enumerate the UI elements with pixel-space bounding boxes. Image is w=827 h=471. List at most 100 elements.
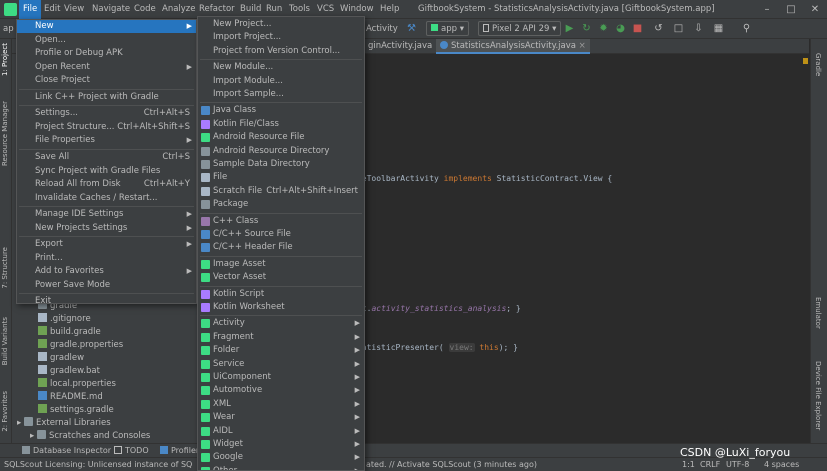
tree-item[interactable]: gradlew.bat — [38, 365, 100, 378]
tab-statistics-analysis-activity[interactable]: StatisticsAnalysisActivity.java × — [436, 39, 590, 54]
menu-item-folder[interactable]: Folder ▶ — [198, 344, 364, 357]
menu-item-android-resource-directory[interactable]: Android Resource Directory — [198, 145, 364, 158]
menu-item-save-all[interactable]: Save All Ctrl+S — [17, 151, 196, 164]
menu-item-add-to-favorites[interactable]: Add to Favorites ▶ — [17, 265, 196, 278]
menu-item-c-cplusplus-header-file[interactable]: C/C++ Header File — [198, 241, 364, 254]
menu-item-vector-asset[interactable]: Vector Asset — [198, 271, 364, 284]
menu-item-open-recent[interactable]: Open Recent ▶ — [17, 61, 196, 74]
menu-item-invalidate-caches-restart[interactable]: Invalidate Caches / Restart... — [17, 192, 196, 205]
tool-tab-build-variants[interactable]: Build Variants — [1, 317, 9, 365]
profile-icon[interactable]: ◕ — [614, 22, 627, 35]
menu-item-package[interactable]: Package — [198, 198, 364, 211]
expand-arrow-icon[interactable]: ▸ — [17, 418, 24, 428]
menu-item-file[interactable]: File — [198, 171, 364, 184]
menu-item-scratch-file[interactable]: Scratch File Ctrl+Alt+Shift+Insert — [198, 185, 364, 198]
breadcrumb-project[interactable]: ap — [3, 19, 14, 39]
menu-item-sample-data-directory[interactable]: Sample Data Directory — [198, 158, 364, 171]
menu-item-android-resource-file[interactable]: Android Resource File — [198, 131, 364, 144]
layout-inspector-icon[interactable]: ▦ — [712, 22, 725, 35]
menu-item-import-sample[interactable]: Import Sample... — [198, 88, 364, 101]
menu-item-service[interactable]: Service ▶ — [198, 358, 364, 371]
tree-item[interactable]: .gitignore — [38, 313, 91, 326]
menu-item-image-asset[interactable]: Image Asset — [198, 258, 364, 271]
menu-item-activity[interactable]: Activity ▶ — [198, 317, 364, 330]
avd-manager-icon[interactable]: □ — [672, 22, 685, 35]
menu-item-aidl[interactable]: AIDL ▶ — [198, 425, 364, 438]
tree-item[interactable]: local.properties — [38, 378, 116, 391]
menu-item-reload-all-from-disk[interactable]: Reload All from Disk Ctrl+Alt+Y — [17, 178, 196, 191]
caret-position[interactable]: 1:1 — [682, 458, 695, 471]
tab-login-activity[interactable]: ginActivity.java — [364, 39, 436, 54]
menu-item-new-project[interactable]: New Project... — [198, 18, 364, 31]
expand-arrow-icon[interactable]: ▸ — [30, 431, 37, 441]
tree-item[interactable]: README.md — [38, 391, 103, 404]
menu-item-project-from-version-control[interactable]: Project from Version Control... — [198, 45, 364, 58]
status-message-left[interactable]: SQLScout Licensing: Unlicensed instance … — [4, 458, 192, 471]
stop-icon[interactable]: ■ — [631, 22, 644, 35]
menu-item-close-project[interactable]: Close Project — [17, 74, 196, 87]
indent-setting[interactable]: 4 spaces — [764, 458, 799, 471]
menu-item-kotlin-worksheet[interactable]: Kotlin Worksheet — [198, 301, 364, 314]
status-message[interactable]: ated. // Activate SQLScout (3 minutes ag… — [366, 458, 537, 471]
menu-item-other[interactable]: Other ▶ — [198, 465, 364, 470]
tree-item[interactable]: ▸ External Libraries — [17, 417, 111, 430]
tool-tab-project[interactable]: 1: Project — [1, 43, 9, 76]
tool-tab-emulator[interactable]: Emulator — [814, 297, 822, 329]
menu-item-c-cplusplus-source-file[interactable]: C/C++ Source File — [198, 228, 364, 241]
tool-tab-todo[interactable]: TODO — [114, 444, 149, 458]
menu-item-kotlin-file-class[interactable]: Kotlin File/Class — [198, 118, 364, 131]
menu-item-exit[interactable]: Exit — [17, 295, 196, 308]
menu-item-java-class[interactable]: Java Class — [198, 104, 364, 117]
menu-item-import-module[interactable]: Import Module... — [198, 75, 364, 88]
menu-item-link-cplusplus-project-with-gradle[interactable]: Link C++ Project with Gradle — [17, 91, 196, 104]
menu-item-settings[interactable]: Settings... Ctrl+Alt+S — [17, 107, 196, 120]
tree-item[interactable]: ▸ Scratches and Consoles — [30, 430, 150, 443]
gradle-sync-icon[interactable]: ↺ — [652, 22, 665, 35]
menu-item-new[interactable]: New ▶ — [17, 20, 196, 33]
menu-help[interactable]: Help — [376, 0, 403, 19]
menu-item-automotive[interactable]: Automotive ▶ — [198, 384, 364, 397]
run-config-select[interactable]: app ▾ — [426, 21, 469, 36]
tree-item[interactable]: gradle.properties — [38, 339, 123, 352]
run-icon[interactable]: ▶ — [563, 22, 576, 35]
line-separator[interactable]: CRLF — [700, 458, 720, 471]
menu-item-new-projects-settings[interactable]: New Projects Settings ▶ — [17, 222, 196, 235]
menu-item-power-save-mode[interactable]: Power Save Mode — [17, 279, 196, 292]
menu-analyze[interactable]: Analyze — [158, 0, 200, 19]
apply-changes-icon[interactable]: ↻ — [580, 22, 593, 35]
tree-item[interactable]: gradlew — [38, 352, 84, 365]
menu-item-uicomponent[interactable]: UiComponent ▶ — [198, 371, 364, 384]
menu-item-cplusplus-class[interactable]: C++ Class — [198, 215, 364, 228]
menu-view[interactable]: View — [60, 0, 88, 19]
menu-code[interactable]: Code — [130, 0, 160, 19]
menu-item-project-structure[interactable]: Project Structure... Ctrl+Alt+Shift+S — [17, 121, 196, 134]
menu-item-sync-project-with-gradle-files[interactable]: Sync Project with Gradle Files — [17, 165, 196, 178]
menu-item-manage-ide-settings[interactable]: Manage IDE Settings ▶ — [17, 208, 196, 221]
make-project-icon[interactable]: ⚒ — [405, 22, 418, 35]
breadcrumb-activity[interactable]: Activity — [366, 19, 398, 39]
menu-file[interactable]: File — [19, 0, 42, 19]
close-tab-icon[interactable]: × — [579, 41, 586, 51]
menu-item-new-module[interactable]: New Module... — [198, 61, 364, 74]
menu-item-import-project[interactable]: Import Project... — [198, 31, 364, 44]
tool-tab-resource-manager[interactable]: Resource Manager — [1, 101, 9, 166]
tree-item[interactable]: settings.gradle — [38, 404, 114, 417]
tool-tab-favorites[interactable]: 2: Favorites — [1, 391, 9, 432]
tree-item[interactable]: build.gradle — [38, 326, 101, 339]
maximize-button[interactable]: □ — [779, 0, 803, 19]
tool-tab-database-inspector[interactable]: Database Inspector — [22, 444, 111, 458]
tool-tab-device-file-explorer[interactable]: Device File Explorer — [814, 361, 822, 430]
menu-item-kotlin-script[interactable]: Kotlin Script — [198, 288, 364, 301]
menu-item-profile-or-debug-apk[interactable]: Profile or Debug APK — [17, 47, 196, 60]
menu-item-google[interactable]: Google ▶ — [198, 451, 364, 464]
search-icon[interactable]: ⚲ — [740, 22, 753, 35]
tool-tab-profiler[interactable]: Profiler — [160, 444, 199, 458]
menu-item-file-properties[interactable]: File Properties ▶ — [17, 134, 196, 147]
sdk-manager-icon[interactable]: ⇩ — [692, 22, 705, 35]
menu-item-wear[interactable]: Wear ▶ — [198, 411, 364, 424]
tool-tab-structure[interactable]: 7: Structure — [1, 247, 9, 289]
file-encoding[interactable]: UTF-8 — [726, 458, 749, 471]
device-select[interactable]: Pixel 2 API 29 ▾ — [478, 21, 562, 36]
menu-item-print[interactable]: Print... — [17, 252, 196, 265]
minimize-button[interactable]: – — [755, 0, 779, 19]
